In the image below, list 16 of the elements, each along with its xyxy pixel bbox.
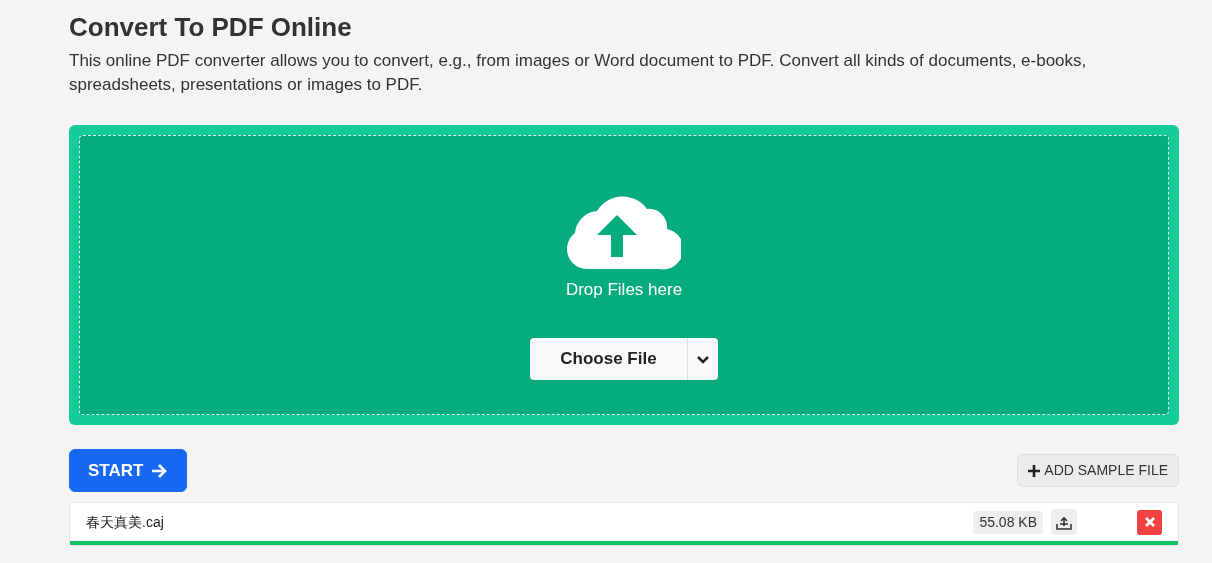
file-name: 春天真美.caj: [86, 512, 164, 532]
arrow-right-icon: [151, 462, 169, 479]
close-icon: [1144, 517, 1155, 528]
delete-button[interactable]: [1137, 509, 1162, 535]
upload-button[interactable]: [1051, 509, 1077, 536]
plus-icon: [1028, 464, 1041, 477]
choose-file-button[interactable]: Choose File: [530, 338, 688, 380]
start-button[interactable]: START: [69, 448, 188, 493]
page-title: Convert To PDF Online: [69, 12, 353, 44]
file-size: 55.08 KB: [973, 510, 1043, 534]
add-sample-file-button[interactable]: ADD SAMPLE FILE: [1017, 454, 1179, 488]
dropzone[interactable]: Drop Files here Choose File: [69, 124, 1179, 425]
caret-icon: [695, 354, 710, 365]
description: This online PDF converter allows you to convert, e.g., from images or Word document to PDF. Convert all kinds of documents, e-books, spreadsheets, presentations or images to PDF.: [69, 50, 1088, 96]
drop-label: Drop Files here: [565, 278, 683, 301]
tray-upload-icon: [1056, 516, 1072, 531]
